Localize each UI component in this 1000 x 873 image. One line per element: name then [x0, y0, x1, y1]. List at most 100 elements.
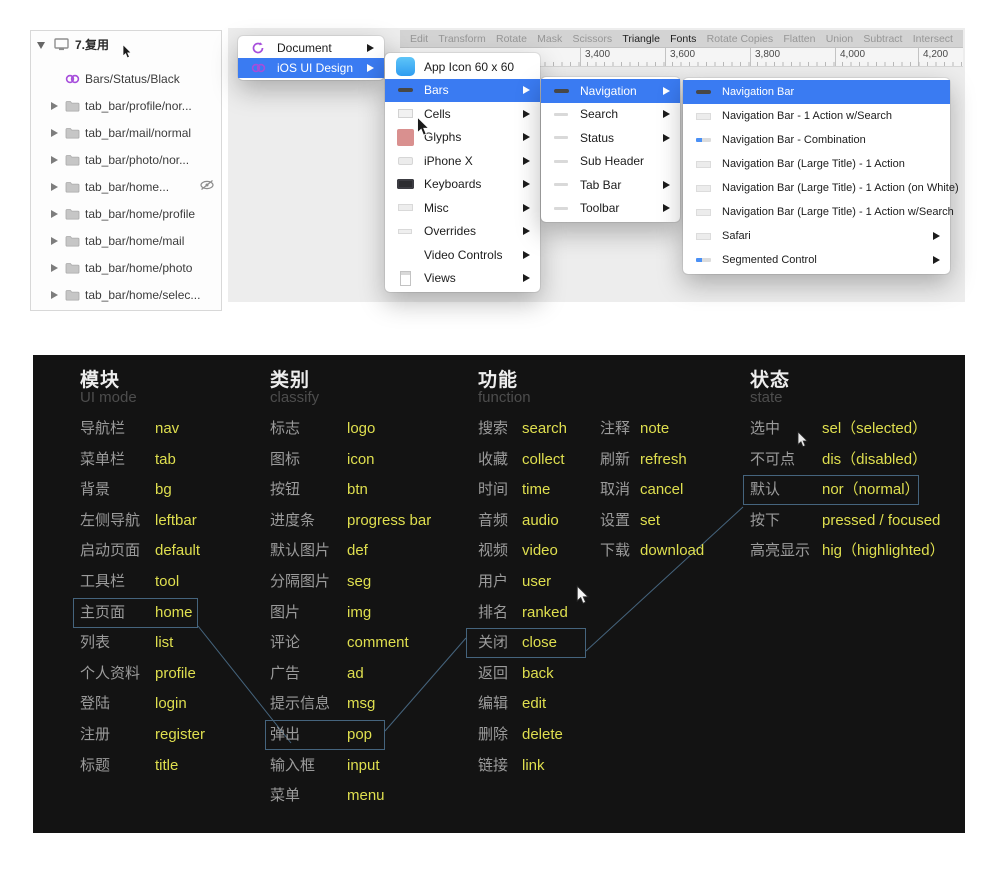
ios-menu-item-app-icon-60-x-60[interactable]: App Icon 60 x 60	[385, 55, 540, 79]
term-en-delete: delete	[522, 725, 563, 745]
ios-menu-item-keyboards[interactable]: Keyboards	[385, 173, 540, 197]
menu-item-label: Search	[580, 107, 618, 121]
bars-menu-item-search[interactable]: Search	[541, 103, 680, 127]
layer-name: tab_bar/photo/nor...	[85, 153, 189, 167]
toolbar-button-edit[interactable]: Edit	[410, 33, 428, 45]
term-zh-img: 图片	[270, 603, 300, 623]
toolbar-button-flatten[interactable]: Flatten	[783, 33, 815, 45]
layers-artboard-row[interactable]: 7.复用	[31, 31, 221, 57]
layers-row-tab-bar-home[interactable]: tab_bar/home...	[31, 173, 221, 200]
nav-menu-item-navigation-bar-large-title-1-action-on-white[interactable]: Navigation Bar (Large Title) - 1 Action …	[683, 176, 950, 200]
folder-icon	[64, 262, 80, 274]
toolbar-button-rotate-copies[interactable]: Rotate Copies	[707, 33, 774, 45]
disclosure-closed-icon[interactable]	[49, 182, 59, 192]
toolbar-button-triangle[interactable]: Triangle	[622, 33, 660, 45]
term-en-audio: audio	[522, 511, 559, 531]
submenu-arrow-icon	[663, 134, 670, 142]
ios-menu-item-bars[interactable]: Bars	[385, 79, 540, 103]
bars-menu-item-navigation[interactable]: Navigation	[541, 79, 680, 103]
layers-row-tab-bar-home-profile[interactable]: tab_bar/home/profile	[31, 200, 221, 227]
ios-menu-item-cells[interactable]: Cells	[385, 102, 540, 126]
toolbar-button-mask[interactable]: Mask	[537, 33, 562, 45]
menu-item-label: Navigation Bar (Large Title) - 1 Action …	[722, 206, 954, 218]
toolbar-button-scissors[interactable]: Scissors	[572, 33, 612, 45]
term-en-back: back	[522, 664, 554, 684]
highlight-box-home	[73, 598, 198, 628]
nav-menu-item-navigation-bar-large-title-1-action[interactable]: Navigation Bar (Large Title) - 1 Action	[683, 152, 950, 176]
term-en-def: def	[347, 541, 368, 561]
toolbar-button-rotate[interactable]: Rotate	[496, 33, 527, 45]
disclosure-open-icon[interactable]	[37, 39, 47, 49]
layers-row-tab-bar-home-mail[interactable]: tab_bar/home/mail	[31, 227, 221, 254]
menu-item-label: Document	[277, 41, 332, 55]
iphone-icon	[395, 157, 415, 165]
layers-row-tab-bar-home-photo[interactable]: tab_bar/home/photo	[31, 254, 221, 281]
nav-menu-item-navigation-bar-1-action-w-search[interactable]: Navigation Bar - 1 Action w/Search	[683, 104, 950, 128]
folder-icon	[64, 235, 80, 247]
term-zh-tab: 菜单栏	[80, 450, 125, 470]
ios-menu-item-iphone-x[interactable]: iPhone X	[385, 149, 540, 173]
insert-menu-item-document[interactable]: Document	[238, 38, 384, 58]
term-zh-ranked: 排名	[478, 603, 508, 623]
bars-menu-item-tab-bar[interactable]: Tab Bar	[541, 173, 680, 197]
toolbar-button-transform[interactable]: Transform	[438, 33, 485, 45]
nav-menu-item-segmented-control[interactable]: Segmented Control	[683, 248, 950, 272]
nav-menu-item-navigation-bar-large-title-1-action-w-search[interactable]: Navigation Bar (Large Title) - 1 Action …	[683, 200, 950, 224]
layers-row-tab-bar-photo-nor[interactable]: tab_bar/photo/nor...	[31, 146, 221, 173]
term-zh-icon: 图标	[270, 450, 300, 470]
insert-menu-item-ios-ui-design[interactable]: iOS UI Design	[238, 58, 384, 78]
dash-light-icon	[551, 136, 571, 139]
layers-row-bars-status-black[interactable]: Bars/Status/Black	[31, 65, 221, 92]
bars-icon	[395, 88, 415, 92]
menu-item-label: Overrides	[424, 224, 476, 238]
toolbar-button-union[interactable]: Union	[826, 33, 853, 45]
nav-menu-item-safari[interactable]: Safari	[683, 224, 950, 248]
disclosure-closed-icon[interactable]	[49, 290, 59, 300]
term-zh-default: 启动页面	[80, 541, 140, 561]
column-subtitle-classify: classify	[270, 389, 319, 406]
ios-menu-item-views[interactable]: Views	[385, 267, 540, 291]
term-en-download: download	[640, 541, 704, 561]
menu-item-label: Navigation Bar - 1 Action w/Search	[722, 110, 892, 122]
term-en-collect: collect	[522, 450, 565, 470]
naming-convention-panel: 模块UI mode导航栏nav菜单栏tab背景bg左侧导航leftbar启动页面…	[33, 355, 965, 833]
nav-menu-item-navigation-bar-combination[interactable]: Navigation Bar - Combination	[683, 128, 950, 152]
menu-item-label: Navigation	[580, 84, 637, 98]
bars-menu-item-toolbar[interactable]: Toolbar	[541, 197, 680, 221]
toolbar-button-fonts[interactable]: Fonts	[670, 33, 696, 45]
term-zh-progress-bar: 进度条	[270, 511, 315, 531]
layers-row-tab-bar-mail-normal[interactable]: tab_bar/mail/normal	[31, 119, 221, 146]
term-en-register: register	[155, 725, 205, 745]
layers-row-tab-bar-profile-nor[interactable]: tab_bar/profile/nor...	[31, 92, 221, 119]
disclosure-closed-icon[interactable]	[49, 263, 59, 273]
bars-menu-item-sub-header[interactable]: Sub Header	[541, 150, 680, 174]
layers-row-tab-bar-home-selec[interactable]: tab_bar/home/selec...	[31, 281, 221, 308]
submenu-arrow-icon	[933, 232, 940, 240]
disclosure-closed-icon[interactable]	[49, 155, 59, 165]
disclosure-closed-icon[interactable]	[49, 236, 59, 246]
term-en-menu: menu	[347, 786, 385, 806]
term-zh-user: 用户	[478, 572, 508, 592]
term-zh-link: 链接	[478, 756, 508, 776]
nav-menu-item-navigation-bar[interactable]: Navigation Bar	[683, 80, 950, 104]
submenu-arrow-icon	[367, 44, 374, 52]
disclosure-closed-icon[interactable]	[49, 209, 59, 219]
disclosure-closed-icon[interactable]	[49, 128, 59, 138]
toolbar-button-subtract[interactable]: Subtract	[863, 33, 902, 45]
toolbar-button-intersect[interactable]: Intersect	[913, 33, 953, 45]
term-en-nav: nav	[155, 419, 179, 439]
dash-light-icon	[551, 113, 571, 116]
term-en-link: link	[522, 756, 545, 776]
ios-menu-item-overrides[interactable]: Overrides	[385, 220, 540, 244]
hidden-eye-icon[interactable]	[199, 179, 215, 194]
cells-icon	[395, 109, 415, 118]
ruler-tick-3-800: 3,800	[750, 48, 780, 66]
submenu-arrow-icon	[933, 256, 940, 264]
bars-menu-item-status[interactable]: Status	[541, 126, 680, 150]
ios-menu-item-misc[interactable]: Misc	[385, 196, 540, 220]
term-en-search: search	[522, 419, 567, 439]
disclosure-closed-icon[interactable]	[49, 101, 59, 111]
ios-menu-item-video-controls[interactable]: Video Controls	[385, 243, 540, 267]
ios-menu-item-glyphs[interactable]: Glyphs	[385, 126, 540, 150]
term-en-btn: btn	[347, 480, 368, 500]
